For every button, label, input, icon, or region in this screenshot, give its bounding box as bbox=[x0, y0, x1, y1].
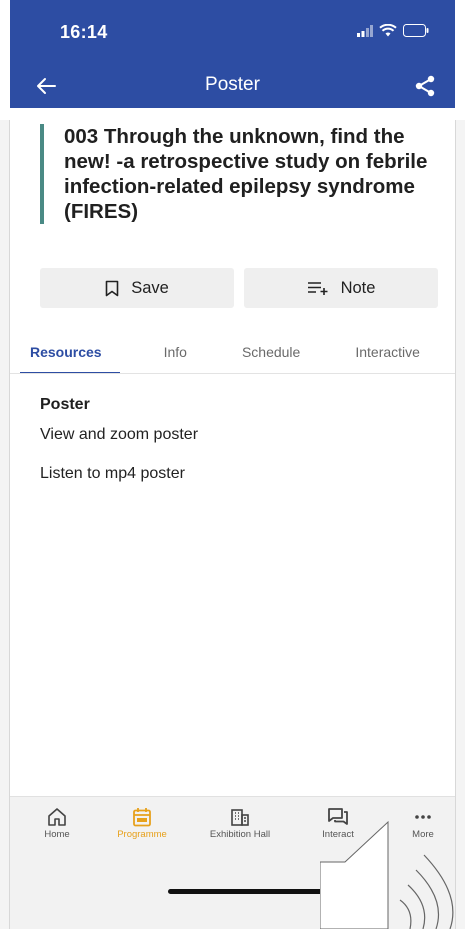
poster-title: 003 Through the unknown, find the new! -… bbox=[64, 125, 428, 223]
nav-home[interactable]: Home bbox=[30, 807, 84, 840]
phone-screen: 16:14 Poster 003 Through the unknown, fi… bbox=[10, 0, 455, 929]
tab-resources[interactable]: Resources bbox=[20, 340, 120, 374]
share-button[interactable] bbox=[411, 72, 439, 100]
device-frame-left bbox=[0, 120, 10, 929]
section-title: Poster bbox=[40, 396, 90, 413]
nav-programme[interactable]: Programme bbox=[102, 807, 182, 840]
tab-schedule[interactable]: Schedule bbox=[242, 340, 300, 374]
building-icon bbox=[231, 809, 249, 826]
speaker-icon[interactable] bbox=[320, 760, 455, 929]
bookmark-icon bbox=[105, 280, 119, 296]
poster-title-block: 003 Through the unknown, find the new! -… bbox=[40, 124, 440, 224]
status-icons bbox=[357, 24, 429, 37]
page-title: Poster bbox=[205, 74, 260, 95]
view-poster-link[interactable]: View and zoom poster bbox=[40, 426, 440, 444]
save-label: Save bbox=[131, 278, 169, 297]
signal-icon bbox=[357, 24, 373, 37]
save-button[interactable]: Save bbox=[40, 268, 234, 308]
battery-icon bbox=[403, 24, 429, 37]
action-row: Save Note bbox=[40, 268, 438, 308]
calendar-icon bbox=[133, 808, 151, 827]
tab-divider bbox=[10, 373, 455, 374]
tab-info[interactable]: Info bbox=[164, 340, 187, 374]
wifi-icon bbox=[379, 24, 397, 37]
add-note-icon bbox=[307, 282, 328, 295]
app-bar: Poster bbox=[10, 64, 455, 108]
share-icon bbox=[415, 75, 435, 97]
nav-programme-label: Programme bbox=[117, 829, 167, 840]
status-bar: 16:14 bbox=[10, 0, 455, 64]
nav-exhibition-hall[interactable]: Exhibition Hall bbox=[200, 807, 280, 840]
tab-bar: Resources Info Schedule Interactive bbox=[20, 340, 455, 374]
device-frame-right bbox=[455, 120, 465, 929]
note-button[interactable]: Note bbox=[244, 268, 438, 308]
home-indicator[interactable] bbox=[168, 889, 328, 894]
nav-exhibition-label: Exhibition Hall bbox=[209, 829, 271, 840]
tab-interactive[interactable]: Interactive bbox=[355, 340, 420, 374]
resources-content: Poster View and zoom poster Listen to mp… bbox=[40, 396, 440, 504]
note-label: Note bbox=[340, 278, 376, 297]
listen-poster-link[interactable]: Listen to mp4 poster bbox=[40, 465, 440, 483]
home-icon bbox=[48, 808, 66, 826]
status-time: 16:14 bbox=[60, 22, 108, 42]
nav-home-label: Home bbox=[44, 829, 70, 840]
